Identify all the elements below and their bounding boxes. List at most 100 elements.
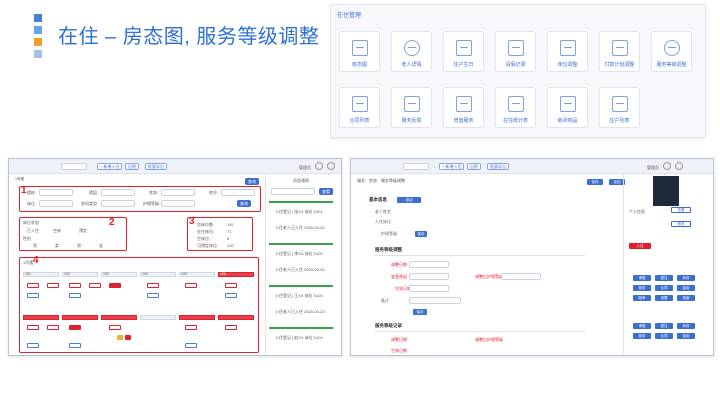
avatar[interactable]: [327, 162, 335, 170]
bed-tag[interactable]: [225, 283, 237, 288]
tile-payment-plan[interactable]: 付款计划调整: [599, 31, 640, 72]
tile-room-status[interactable]: 房态图: [339, 31, 380, 72]
bed-tag[interactable]: [185, 343, 197, 348]
add-checkin-button[interactable]: + 新增入住: [439, 163, 465, 170]
decor-square: [34, 26, 42, 34]
tab-service-level[interactable]: 服务等级调整: [381, 178, 405, 184]
export-button[interactable]: 批量导出: [145, 163, 167, 170]
bed-tag[interactable]: [185, 325, 197, 330]
bed-tag[interactable]: [69, 325, 81, 330]
tile-room-items[interactable]: 房间物品: [547, 87, 588, 128]
bed-tag[interactable]: [89, 283, 101, 288]
bed-tag[interactable]: [109, 325, 121, 330]
effective-date-input[interactable]: [409, 285, 449, 292]
tile-bed-adjust[interactable]: 床位调整: [547, 31, 588, 72]
room-no-input[interactable]: [221, 189, 255, 196]
adjust-date-input[interactable]: [409, 261, 449, 268]
bed-tag[interactable]: [125, 335, 131, 340]
bed-tag[interactable]: [27, 283, 39, 288]
bed-tag[interactable]: [147, 283, 159, 288]
change-bed-button[interactable]: 转床: [677, 323, 695, 329]
service-button[interactable]: 服务: [633, 285, 651, 291]
tile-resident-detail[interactable]: 老人详情: [391, 31, 432, 72]
floor-select[interactable]: [101, 189, 135, 196]
building-label: 1号楼: [23, 260, 34, 265]
timeline-search[interactable]: [271, 188, 315, 195]
bell-icon[interactable]: [663, 162, 671, 170]
bed-select[interactable]: [39, 200, 73, 207]
reason-input[interactable]: [409, 273, 449, 280]
edit-button[interactable]: 修改: [671, 221, 691, 227]
building-select[interactable]: [39, 189, 73, 196]
bed-tag[interactable]: [225, 293, 237, 298]
bed-tag[interactable]: [225, 325, 237, 330]
discharge-button[interactable]: 出院: [467, 163, 481, 170]
search-input[interactable]: [403, 163, 429, 170]
bed-tag[interactable]: [185, 283, 197, 288]
bed-tag[interactable]: [69, 293, 81, 298]
leave-button[interactable]: 请假: [633, 323, 651, 329]
search-input[interactable]: [61, 163, 87, 170]
bed-tag[interactable]: [27, 293, 39, 298]
service-button[interactable]: 服务: [633, 333, 651, 339]
bed-tag[interactable]: [27, 325, 39, 330]
bed-tag[interactable]: [147, 293, 159, 298]
fee-button[interactable]: 费用: [677, 285, 695, 291]
search-button[interactable]: 查询: [245, 178, 259, 185]
bed-tag[interactable]: [117, 335, 123, 340]
change-bed-button[interactable]: 转床: [677, 275, 695, 281]
add-checkin-button[interactable]: + 新增入住: [97, 163, 123, 170]
confirm-button[interactable]: 保存: [413, 309, 427, 315]
tile-service-level[interactable]: 服务等级调整: [651, 31, 692, 72]
tile-contract-list[interactable]: 合同列表: [339, 87, 380, 128]
bill-button[interactable]: 账单: [633, 295, 651, 301]
room-type-select[interactable]: [101, 200, 135, 207]
care-level-select[interactable]: [161, 200, 195, 207]
settings-button[interactable]: 设置: [655, 295, 673, 301]
room-number: 102: [64, 272, 70, 276]
tile-resident-list[interactable]: 住户列表: [599, 87, 640, 128]
bed-tag[interactable]: [69, 343, 81, 348]
save-button[interactable]: 保存: [587, 179, 603, 185]
tab-service[interactable]: 服务: [357, 178, 365, 184]
level-button[interactable]: 保存: [415, 231, 427, 237]
view-button[interactable]: 查看: [671, 207, 691, 213]
query-button[interactable]: 查询: [237, 200, 251, 207]
bell-icon[interactable]: [315, 162, 323, 170]
timeline-button[interactable]: 查看: [319, 188, 333, 195]
decor-square: [34, 14, 42, 22]
room-card[interactable]: [23, 315, 59, 320]
medal-icon: [663, 40, 680, 56]
room-card[interactable]: [218, 315, 254, 320]
contract-button[interactable]: 合同: [655, 285, 673, 291]
fee-button[interactable]: 费用: [677, 333, 695, 339]
tile-service-feedback[interactable]: 服务反馈: [391, 87, 432, 128]
add-button[interactable]: 添加: [397, 197, 421, 203]
discharge-button[interactable]: 出院: [125, 163, 139, 170]
bed-tag[interactable]: [47, 283, 59, 288]
bed-tag[interactable]: [47, 325, 59, 330]
new-level-select[interactable]: [501, 273, 541, 280]
tile-value-added[interactable]: 增值服务: [443, 87, 484, 128]
leave-button[interactable]: 请假: [633, 275, 651, 281]
contract-button[interactable]: 合同: [655, 333, 673, 339]
checkout-button[interactable]: 退住: [655, 323, 673, 329]
room-card[interactable]: [179, 315, 215, 320]
remark-input[interactable]: [409, 297, 461, 304]
room-card[interactable]: [140, 315, 176, 320]
checkout-button[interactable]: 退住: [655, 275, 673, 281]
tile-occupancy-stats[interactable]: 在住统计表: [495, 87, 536, 128]
status-select[interactable]: [161, 189, 195, 196]
checkin-button[interactable]: 入住: [629, 243, 651, 249]
room-card[interactable]: [101, 315, 137, 320]
room-card[interactable]: [62, 315, 98, 320]
avatar[interactable]: [675, 162, 683, 170]
bed-tag[interactable]: [109, 283, 121, 288]
tile-birthday[interactable]: 住户生日: [443, 31, 484, 72]
tile-leave-record[interactable]: 请假记录: [495, 31, 536, 72]
bed-tag[interactable]: [69, 283, 81, 288]
bed-tag[interactable]: [27, 343, 39, 348]
tab-room[interactable]: 房态: [369, 178, 377, 184]
archive-button[interactable]: 档案: [677, 295, 695, 301]
export-button[interactable]: 批量导出: [487, 163, 509, 170]
